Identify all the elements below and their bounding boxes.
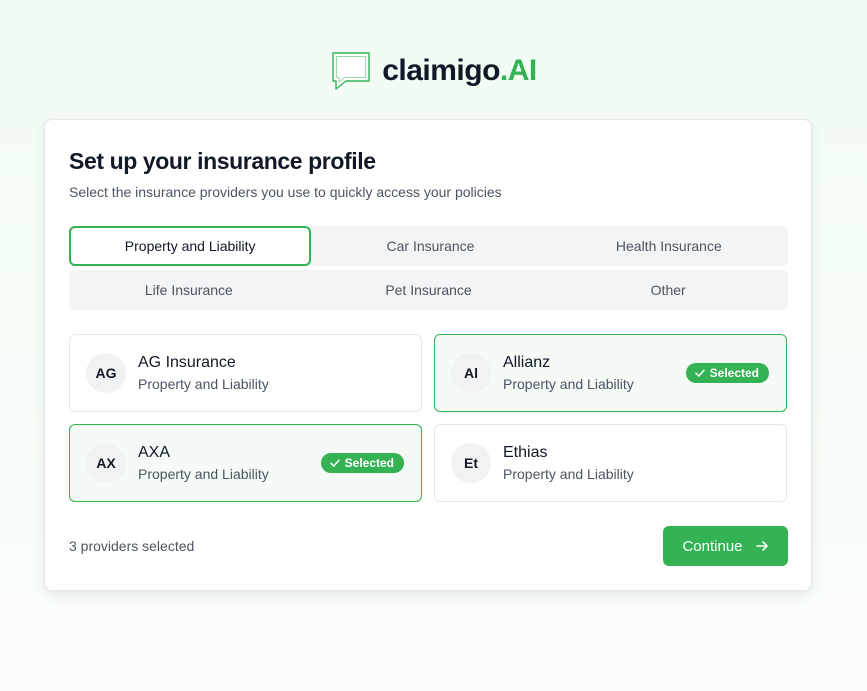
arrow-right-icon — [755, 541, 768, 551]
brand-header: claimigo.AI — [0, 50, 867, 92]
provider-card-ag-insurance[interactable]: AG AG Insurance Property and Liability — [69, 334, 422, 412]
check-icon — [694, 369, 705, 377]
selected-badge: Selected — [320, 453, 404, 473]
provider-info: Ethias Property and Liability — [503, 444, 786, 482]
tab-property-and-liability[interactable]: Property and Liability — [69, 226, 312, 266]
selected-badge: Selected — [685, 363, 769, 383]
tab-life-insurance[interactable]: Life Insurance — [69, 270, 309, 310]
brand-name-text: claimigo — [382, 54, 500, 87]
category-tabs-row-2: Life Insurance Pet Insurance Other — [69, 270, 788, 310]
avatar: Et — [451, 443, 491, 483]
tab-car-insurance[interactable]: Car Insurance — [311, 226, 549, 266]
provider-name: Ethias — [503, 444, 548, 461]
provider-info: Allianz Property and Liability — [503, 354, 686, 392]
tab-pet-insurance[interactable]: Pet Insurance — [309, 270, 549, 310]
provider-category: Property and Liability — [138, 466, 269, 482]
continue-button-label: Continue — [682, 537, 743, 555]
category-tabs-row-1: Property and Liability Car Insurance Hea… — [69, 226, 788, 266]
tab-other[interactable]: Other — [548, 270, 788, 310]
chat-bubble-icon — [332, 52, 370, 90]
provider-card-axa[interactable]: AX AXA Property and Liability Selected — [69, 424, 422, 502]
check-icon — [329, 459, 340, 467]
tab-health-insurance[interactable]: Health Insurance — [550, 226, 788, 266]
selected-count: 3 providers selected — [69, 538, 195, 554]
page-title: Set up your insurance profile — [69, 148, 376, 174]
provider-category: Property and Liability — [503, 376, 634, 392]
provider-name: AG Insurance — [138, 354, 236, 371]
provider-card-allianz[interactable]: Al Allianz Property and Liability Select… — [434, 334, 787, 412]
provider-info: AG Insurance Property and Liability — [138, 354, 421, 392]
selected-badge-label: Selected — [344, 456, 394, 470]
brand-name: claimigo.AI — [382, 54, 537, 88]
page-subtitle: Select the insurance providers you use t… — [69, 184, 502, 200]
setup-card: Set up your insurance profile Select the… — [44, 119, 812, 591]
selected-badge-label: Selected — [709, 366, 759, 380]
provider-name: Allianz — [503, 354, 551, 371]
brand-suffix: .AI — [499, 54, 537, 87]
continue-button[interactable]: Continue — [663, 526, 788, 566]
provider-category: Property and Liability — [503, 466, 634, 482]
provider-category: Property and Liability — [138, 376, 269, 392]
provider-card-ethias[interactable]: Et Ethias Property and Liability — [434, 424, 787, 502]
avatar: Al — [451, 353, 491, 393]
avatar: AX — [86, 443, 126, 483]
avatar: AG — [86, 353, 126, 393]
provider-info: AXA Property and Liability — [138, 444, 321, 482]
provider-name: AXA — [138, 444, 171, 461]
